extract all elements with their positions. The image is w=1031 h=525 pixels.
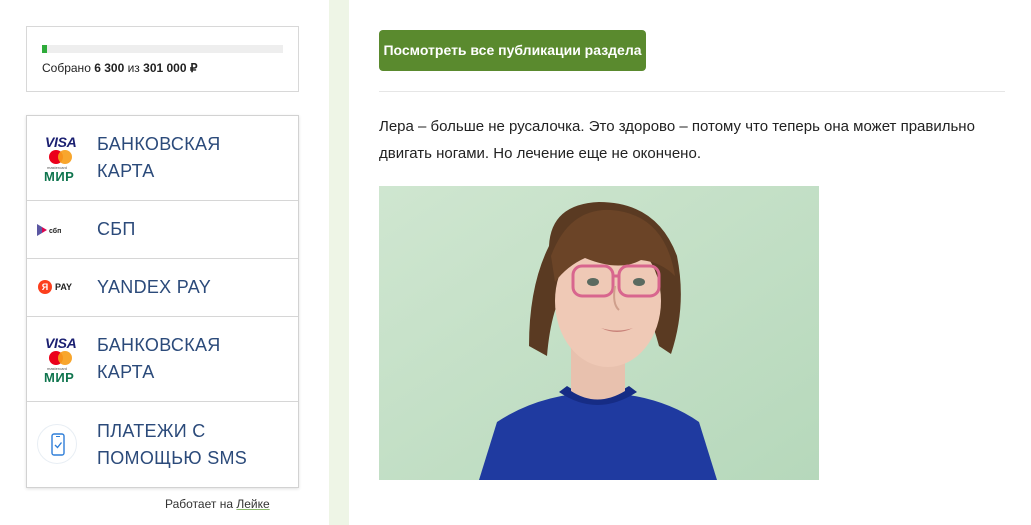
- content-divider: [379, 91, 1005, 92]
- fundraising-progress-box: Собрано 6 300 из 301 000 ₽: [26, 26, 299, 92]
- powered-by-text: Работает на Лейке: [165, 497, 270, 511]
- yandex-logo: Я: [38, 280, 52, 294]
- payment-method-bank-card[interactable]: VISA mastercard МИР БАНКОВСКАЯ КАРТА: [27, 116, 298, 201]
- mastercard-circle-orange: [58, 351, 72, 365]
- payment-method-label: БАНКОВСКАЯ КАРТА: [97, 134, 221, 181]
- leyka-link[interactable]: Лейке: [236, 497, 269, 511]
- visa-logo: VISA: [45, 134, 77, 150]
- sbp-icon: сбп: [27, 201, 97, 258]
- article-photo: [379, 186, 819, 480]
- view-all-publications-button[interactable]: Посмотреть все публикации раздела: [379, 30, 646, 71]
- goal-amount: 301 000 ₽: [143, 61, 198, 75]
- donation-sidebar: Собрано 6 300 из 301 000 ₽ VISA masterca…: [0, 0, 329, 525]
- progress-bar-fill: [42, 45, 48, 53]
- progress-separator: из: [127, 61, 140, 75]
- sms-phone-icon: [27, 402, 97, 487]
- payment-method-label: СБП: [97, 219, 136, 239]
- phone-check-svg: [51, 433, 65, 456]
- payment-methods-list: VISA mastercard МИР БАНКОВСКАЯ КАРТА сбп…: [26, 115, 299, 488]
- payment-method-label: YANDEX PAY: [97, 277, 212, 297]
- progress-bar: [42, 45, 283, 53]
- progress-text: Собрано 6 300 из 301 000 ₽: [42, 61, 198, 75]
- payment-method-label: ПЛАТЕЖИ С ПОМОЩЬЮ SMS: [97, 420, 248, 468]
- visa-mastercard-mir-icon: VISA mastercard МИР: [27, 116, 97, 200]
- mastercard-circle-orange: [58, 150, 72, 164]
- collected-amount: 6 300: [94, 61, 125, 75]
- sidebar-divider-strip: [329, 0, 349, 525]
- payment-method-bank-card-2[interactable]: VISA mastercard МИР БАНКОВСКАЯ КАРТА: [27, 317, 298, 402]
- payment-method-yandex-pay[interactable]: Я PAY YANDEX PAY: [27, 259, 298, 317]
- visa-mastercard-mir-icon: VISA mastercard МИР: [27, 317, 97, 401]
- visa-logo: VISA: [45, 335, 77, 351]
- sbp-logo-svg: сбп: [37, 224, 61, 236]
- payment-method-sms[interactable]: ПЛАТЕЖИ С ПОМОЩЬЮ SMS: [27, 402, 298, 487]
- pay-logo-text: PAY: [55, 282, 73, 292]
- progress-label: Собрано: [42, 61, 91, 75]
- payment-method-label: БАНКОВСКАЯ КАРТА: [97, 335, 221, 382]
- mir-logo: МИР: [44, 370, 75, 385]
- girl-portrait-image: [379, 186, 819, 480]
- article-paragraph: Лера – больше не русалочка. Это здорово …: [379, 118, 975, 162]
- yandex-pay-icon: Я PAY: [27, 259, 97, 316]
- svg-text:сбп: сбп: [49, 227, 61, 235]
- payment-method-sbp[interactable]: сбп СБП: [27, 201, 298, 259]
- mir-logo: МИР: [44, 169, 75, 184]
